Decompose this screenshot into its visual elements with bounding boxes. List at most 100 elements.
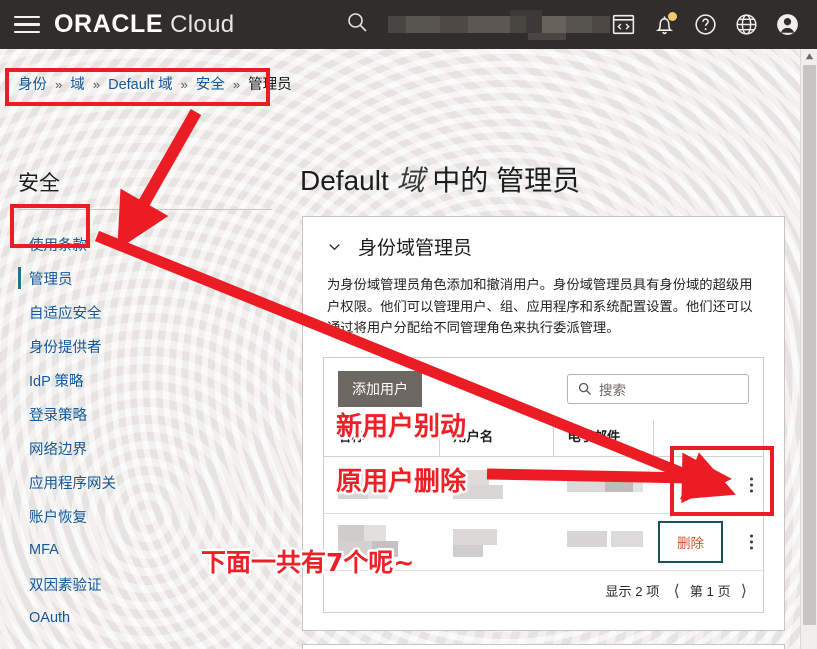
breadcrumb-separator: » <box>180 77 188 92</box>
redacted-value <box>567 525 643 559</box>
breadcrumb-item-default-domain[interactable]: Default 域 <box>108 77 172 93</box>
redacted-value <box>453 525 543 559</box>
cloud-shell-icon[interactable] <box>610 11 637 38</box>
table-row[interactable]: 删除 <box>324 513 763 571</box>
sidebar-item-label: 管理员 <box>29 271 73 288</box>
add-user-button[interactable]: 添加用户 <box>338 370 422 407</box>
kebab-menu-icon[interactable] <box>750 477 753 493</box>
cell-actions: 删除 <box>653 513 763 571</box>
global-search-input-redacted[interactable] <box>388 10 610 40</box>
sidebar-nav: 使用条款 管理员 自适应安全 身份提供者 IdP 策略 登录策略 网络边界 应用… <box>0 227 275 635</box>
table-search-input[interactable]: 搜索 <box>567 373 749 404</box>
column-header-email[interactable]: 电子邮件 <box>553 419 654 457</box>
cell-email <box>553 456 653 514</box>
sidebar-item-oauth[interactable]: OAuth <box>0 601 275 635</box>
sidebar-item-idp-policies[interactable]: IdP 策略 <box>0 363 275 397</box>
breadcrumb-item-identity[interactable]: 身份 <box>18 77 47 93</box>
cell-name <box>324 456 439 514</box>
notification-badge-dot <box>668 12 677 21</box>
table-footer: 显示 2 项 ⟨ 第 1 页 ⟩ <box>324 571 763 612</box>
cell-name <box>324 513 439 571</box>
redacted-value <box>338 468 429 502</box>
breadcrumb-item-domains[interactable]: 域 <box>70 77 85 93</box>
panel2-header[interactable]: 安全管理员 <box>303 645 784 649</box>
column-header-username[interactable]: 用户名 <box>439 419 554 457</box>
brand-oracle-text: ORACLE <box>54 10 164 38</box>
sidebar-item-identity-providers[interactable]: 身份提供者 <box>0 329 275 363</box>
sidebar-item-administrators[interactable]: 管理员 <box>0 261 275 295</box>
redacted-value <box>453 468 543 502</box>
kebab-menu-icon[interactable] <box>750 534 753 550</box>
panel-header[interactable]: 身份域管理员 <box>303 217 784 260</box>
cell-email <box>553 513 653 571</box>
avatar-icon[interactable] <box>774 11 801 38</box>
sidebar-item-label: 自适应安全 <box>29 305 102 322</box>
hamburger-icon[interactable] <box>14 15 40 34</box>
help-icon[interactable] <box>692 11 719 38</box>
breadcrumb-item-security[interactable]: 安全 <box>196 77 225 93</box>
scroll-thumb[interactable] <box>803 65 816 625</box>
table-header-row: 名称 用户名 电子邮件 <box>324 419 763 457</box>
page-label: 第 1 页 <box>689 584 731 600</box>
breadcrumb-item-administrators: 管理员 <box>248 77 292 93</box>
sidebar-item-label: 使用条款 <box>29 237 87 254</box>
cell-username <box>439 513 553 571</box>
breadcrumb: 身份 » 域 » Default 域 » 安全 » 管理员 <box>18 73 292 94</box>
sidebar-item-label: 双因素验证 <box>29 577 102 594</box>
row-count-label: 显示 2 项 <box>605 584 660 600</box>
cell-username <box>439 456 553 514</box>
redacted-value <box>567 468 643 502</box>
chevron-down-icon[interactable] <box>327 239 342 254</box>
delete-button[interactable]: 删除 <box>658 520 723 563</box>
chevron-right-icon[interactable]: ⟩ <box>741 581 747 601</box>
global-search-icon[interactable] <box>345 10 369 34</box>
panel-description: 为身份域管理员角色添加和撤消用户。身份域管理员具有身份域的超级用户权限。他们可以… <box>327 277 753 336</box>
sidebar-item-account-recovery[interactable]: 账户恢复 <box>0 499 275 533</box>
sidebar-item-label: 网络边界 <box>29 441 87 458</box>
oracle-cloud-logo[interactable]: ORACLE Cloud <box>54 10 234 39</box>
security-admin-panel: 安全管理员 <box>302 644 785 649</box>
page-title-italic: 域 <box>396 165 425 196</box>
redacted-value <box>338 524 429 559</box>
sidebar-item-two-factor-auth[interactable]: 双因素验证 <box>0 567 275 601</box>
globe-icon[interactable] <box>733 11 760 38</box>
table-row[interactable] <box>324 456 763 514</box>
column-header-name[interactable]: 名称 <box>324 419 440 457</box>
sidebar-item-adaptive-security[interactable]: 自适应安全 <box>0 295 275 329</box>
panel-heading: 身份域管理员 <box>358 238 473 259</box>
sidebar-item-label: 应用程序网关 <box>29 475 116 492</box>
page-title-suffix: 中的 管理员 <box>424 165 581 196</box>
page-body: 身份 » 域 » Default 域 » 安全 » 管理员 安全 使用条款 管理… <box>0 49 817 649</box>
page-title-prefix: Default <box>300 165 397 196</box>
table-body: 删除 <box>324 456 763 571</box>
column-header-actions <box>653 419 763 457</box>
sidebar-item-label: 身份提供者 <box>29 339 102 356</box>
header-icon-group <box>610 0 809 49</box>
identity-domain-admin-panel: 身份域管理员 为身份域管理员角色添加和撤消用户。身份域管理员具有身份域的超级用户… <box>302 216 785 631</box>
sidebar-item-terms-of-use[interactable]: 使用条款 <box>0 227 275 261</box>
brand-cloud-text: Cloud <box>170 11 235 38</box>
table-head: 名称 用户名 电子邮件 <box>324 419 763 457</box>
bell-icon[interactable] <box>651 11 678 38</box>
sidebar-title: 安全 <box>18 172 60 195</box>
sidebar-item-mfa[interactable]: MFA <box>0 533 275 567</box>
breadcrumb-separator: » <box>55 77 63 92</box>
global-header: ORACLE Cloud <box>0 0 817 49</box>
breadcrumb-separator: » <box>232 77 241 92</box>
admin-users-table: 名称 用户名 电子邮件 删除 <box>324 419 763 571</box>
sidebar-item-app-gateways[interactable]: 应用程序网关 <box>0 465 275 499</box>
sidebar-item-label: OAuth <box>29 610 71 626</box>
cell-actions <box>653 456 763 514</box>
sidebar-item-sign-on-policies[interactable]: 登录策略 <box>0 397 275 431</box>
search-icon <box>578 382 591 395</box>
table-search-placeholder: 搜索 <box>599 382 626 398</box>
sidebar-item-label: IdP 策略 <box>29 373 84 390</box>
pagination: ⟨ 第 1 页 ⟩ <box>673 581 747 601</box>
chevron-left-icon[interactable]: ⟨ <box>673 581 679 601</box>
scroll-up-arrow-icon[interactable] <box>804 51 815 62</box>
sidebar-item-label: MFA <box>29 542 59 558</box>
page-title: Default 域 中的 管理员 <box>300 159 580 199</box>
table-toolbar: 添加用户 搜索 <box>324 358 763 420</box>
vertical-scrollbar[interactable] <box>800 49 817 649</box>
sidebar-item-network-perimeters[interactable]: 网络边界 <box>0 431 275 465</box>
